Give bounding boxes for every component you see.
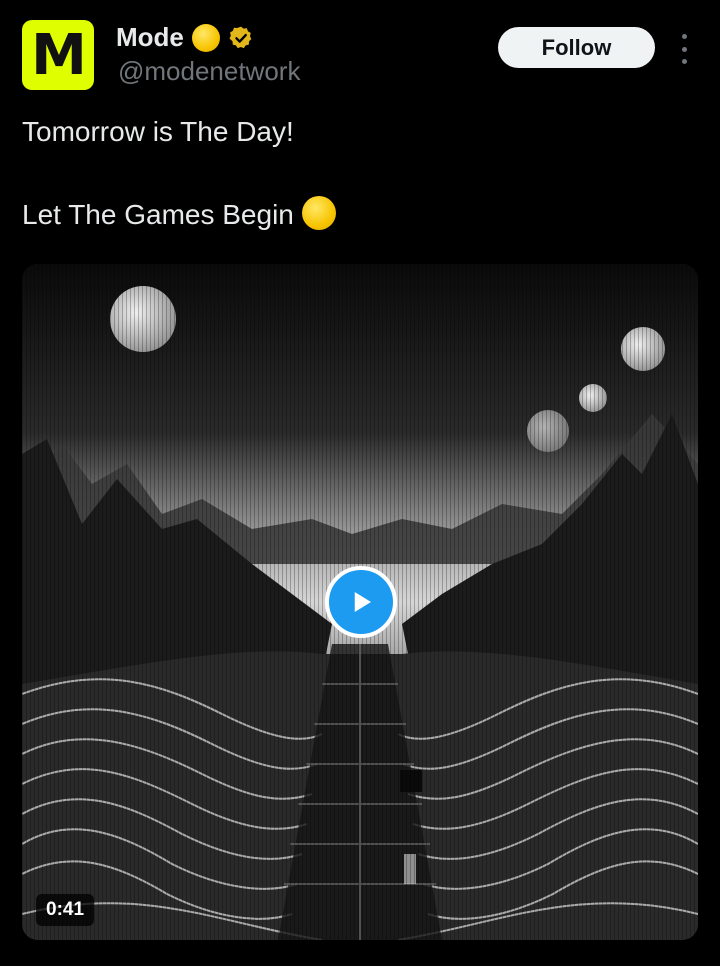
yellow-circle-emoji-icon xyxy=(301,196,336,230)
play-button[interactable] xyxy=(325,566,397,638)
author-handle[interactable]: @modenetwork xyxy=(118,56,300,87)
video-player[interactable]: 0:41 xyxy=(22,264,698,940)
display-name[interactable]: Mode xyxy=(116,22,184,53)
tweet-line-2: Let The Games Begin xyxy=(22,195,336,235)
yellow-circle-icon xyxy=(191,23,220,52)
play-icon xyxy=(354,592,371,612)
avatar[interactable]: M xyxy=(22,20,94,90)
tweet-line-1: Tomorrow is The Day! xyxy=(22,116,294,147)
video-duration: 0:41 xyxy=(36,894,95,926)
avatar-letter: M xyxy=(31,23,87,88)
tweet-text: Tomorrow is The Day! Let The Games Begin xyxy=(22,112,336,235)
follow-button[interactable]: Follow xyxy=(498,27,655,68)
verified-badge-icon[interactable] xyxy=(228,25,254,51)
tweet-line-2-text: Let The Games Begin xyxy=(22,199,294,230)
more-options-icon[interactable] xyxy=(672,34,696,64)
author-name-row: Mode xyxy=(116,22,254,53)
